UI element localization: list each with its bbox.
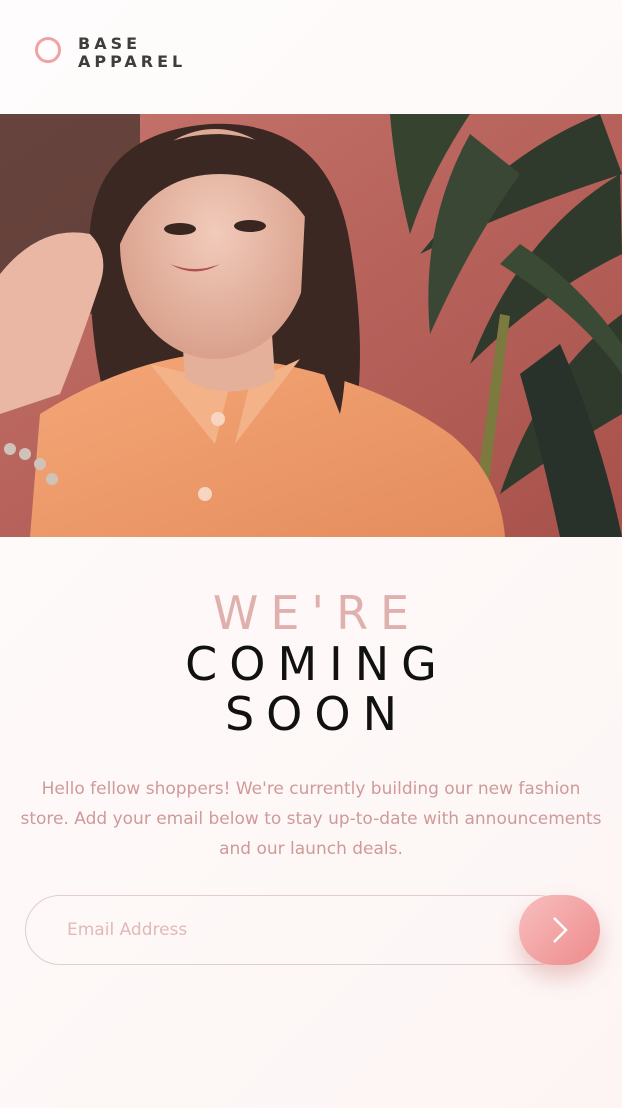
email-field[interactable] [25,895,573,965]
brand-name-line2: APPAREL [78,52,187,71]
arrow-right-icon [552,917,568,943]
hero-photo-illustration [0,114,622,537]
headline-light: WE'RE [212,586,422,640]
brand-logo[interactable]: BASE APPAREL [35,35,205,75]
headline-bold-line2: SOON [224,687,410,741]
page-title: WE'RE COMING SOON [0,587,622,739]
hero-image [0,114,622,537]
submit-button[interactable] [519,895,600,965]
site-header: BASE APPAREL [0,0,622,114]
brand-name-line1: BASE [78,34,142,53]
main-content: WE'RE COMING SOON Hello fellow shoppers!… [0,537,622,1108]
headline-bold-line1: COMING [185,637,449,691]
intro-text: Hello fellow shoppers! We're currently b… [20,779,602,859]
logo-circle-icon [35,37,61,63]
subscribe-form [25,895,600,965]
